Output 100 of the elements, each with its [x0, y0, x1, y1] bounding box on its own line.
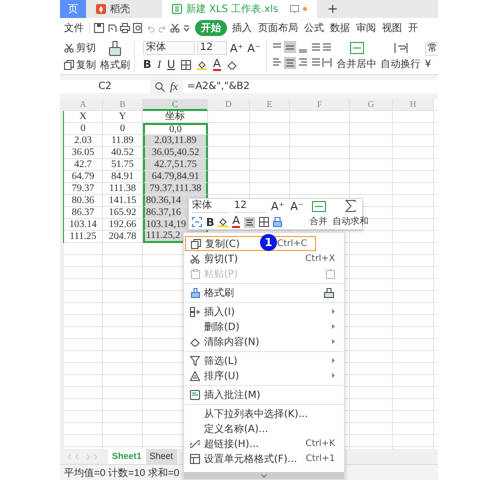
menu-item[interactable]: 清除内容(N) [185, 334, 343, 349]
grow-font-button[interactable]: A⁺ [270, 200, 286, 212]
ribbon-tab[interactable]: 数据 [327, 20, 353, 36]
copy-icon [191, 238, 201, 248]
shrink-font-button[interactable]: A⁻ [246, 42, 262, 54]
bold-button[interactable]: B [143, 58, 152, 71]
paste-option-icon [326, 268, 335, 278]
wrap-text-button[interactable]: 自动换行 [380, 56, 421, 70]
font-name-field[interactable]: 宋体 [192, 200, 230, 212]
monitor-icon[interactable] [290, 4, 300, 14]
border-icon[interactable] [258, 217, 269, 227]
bold-button[interactable]: B [206, 216, 214, 228]
ribbon-tab[interactable]: 开 [405, 20, 421, 36]
formula-field[interactable]: =A2&","&B2 [182, 80, 438, 93]
eraser-icon [190, 336, 200, 346]
comment-icon [190, 390, 200, 400]
zoom-icon[interactable] [155, 82, 165, 92]
spreadsheet-icon [172, 4, 182, 14]
ribbon-tab[interactable]: 视图 [379, 20, 405, 36]
brush-icon [190, 288, 200, 298]
ribbon-tab[interactable]: 审阅 [353, 20, 379, 36]
table-cell: 0 [103, 123, 143, 135]
preview-icon[interactable] [133, 23, 143, 33]
font-name-field[interactable]: 宋体 [143, 41, 195, 55]
document-tab[interactable]: 稻壳 [88, 0, 160, 18]
wrap-text-icon [394, 42, 408, 54]
table-cell: 111.25 [64, 231, 103, 243]
menu-scroll-bar[interactable] [184, 472, 344, 479]
menu-item[interactable]: 定义名称(A)... [185, 421, 343, 436]
table-cell: 64.79 [64, 171, 103, 183]
font-color-button[interactable]: A [213, 58, 221, 70]
sort-icon [190, 370, 200, 380]
table-cell: 坐标 [143, 111, 208, 123]
link-icon [190, 438, 200, 448]
copy-button[interactable]: 复制 [76, 58, 96, 72]
border-icon[interactable] [181, 60, 192, 70]
clipboard-icon [190, 268, 200, 278]
number-format-field[interactable]: 常 [424, 42, 438, 56]
table-cell: 42.7,51.75 [143, 159, 208, 171]
format-painter-button[interactable]: 格式刷 [100, 58, 130, 72]
table-cell: 79.37,111.38 [143, 183, 208, 195]
menu-item[interactable]: 插入批注(M) [185, 385, 343, 402]
alignment-icon[interactable] [270, 41, 333, 71]
print-icon[interactable] [120, 23, 130, 33]
menu-item[interactable]: 删除(D) [185, 319, 343, 334]
insert-icon [190, 306, 200, 316]
ribbon-tab[interactable]: 公式 [301, 20, 327, 36]
menu-item[interactable]: 超链接(H)... Ctrl+K [185, 436, 343, 451]
font-size-field[interactable]: 12 [197, 41, 227, 55]
font-size-field[interactable]: 12 [234, 200, 266, 212]
menu-item[interactable]: 筛选(L) [185, 351, 343, 368]
dropdown-icon[interactable] [183, 24, 190, 32]
sum-icon [345, 200, 356, 212]
submenu-arrow-icon [332, 339, 335, 344]
submenu-arrow-icon [332, 324, 335, 329]
eraser-icon[interactable] [226, 60, 237, 70]
copy-icon [64, 60, 74, 70]
table-cell: 86.37 [64, 207, 103, 219]
fill-bucket-icon[interactable] [218, 217, 228, 227]
scissors-icon [190, 254, 200, 264]
center-align-icon[interactable] [244, 216, 255, 228]
table-cell: 2.03,11.89 [143, 135, 208, 147]
new-tab-button[interactable]: + [319, 0, 346, 18]
submenu-arrow-icon [332, 358, 335, 363]
file-menu[interactable]: 文件 [64, 21, 84, 35]
menu-item[interactable]: 从下拉列表中选择(K)... [185, 404, 343, 421]
filter-icon [190, 356, 200, 366]
merge-cells-icon [312, 200, 326, 212]
currency-button[interactable]: ¥ [424, 59, 438, 70]
ribbon-tab[interactable]: 页面布局 [255, 20, 301, 36]
brush-icon [108, 40, 122, 56]
menu-item[interactable]: 插入(I) [185, 302, 343, 319]
grow-font-button[interactable]: A⁺ [229, 42, 244, 54]
sheet-tab[interactable]: Sheet [146, 449, 178, 464]
select-icon[interactable] [192, 217, 202, 227]
status-summary: 平均值=0 计数=10 求和=0 [64, 466, 180, 480]
menu-item[interactable]: 设置单元格格式(F)... Ctrl+1 [185, 451, 343, 466]
menu-item[interactable]: 格式刷 [185, 283, 343, 300]
ribbon-tab[interactable]: 插入 [229, 20, 255, 36]
merge-center-button[interactable]: 合并居中 [336, 56, 377, 70]
fill-bucket-icon[interactable] [197, 60, 208, 70]
clear-format-icon[interactable] [272, 217, 282, 227]
menu-item[interactable]: 剪切(T) Ctrl+X [185, 251, 343, 266]
flame-icon [96, 4, 106, 14]
cut-button[interactable]: 剪切 [76, 40, 96, 54]
scissors-icon[interactable] [170, 23, 180, 33]
shrink-font-button[interactable]: A⁻ [289, 200, 305, 212]
chevron-down-icon [261, 474, 267, 478]
underline-button[interactable]: U [167, 58, 176, 71]
function-button[interactable]: fx [170, 80, 178, 92]
font-color-button[interactable]: A [232, 216, 240, 228]
name-box[interactable]: C2 [60, 80, 150, 93]
menu-item[interactable]: 排序(U) [185, 368, 343, 383]
italic-button[interactable]: I [157, 58, 162, 70]
table-cell: 64.79,84.91 [143, 171, 208, 183]
table-cell: 42.7 [64, 159, 103, 171]
table-cell: 80.36 [64, 195, 103, 207]
autosum-button[interactable]: 自动求和 [332, 215, 369, 228]
save-icon[interactable] [94, 23, 104, 33]
merge-button[interactable]: 合并 [310, 214, 328, 228]
